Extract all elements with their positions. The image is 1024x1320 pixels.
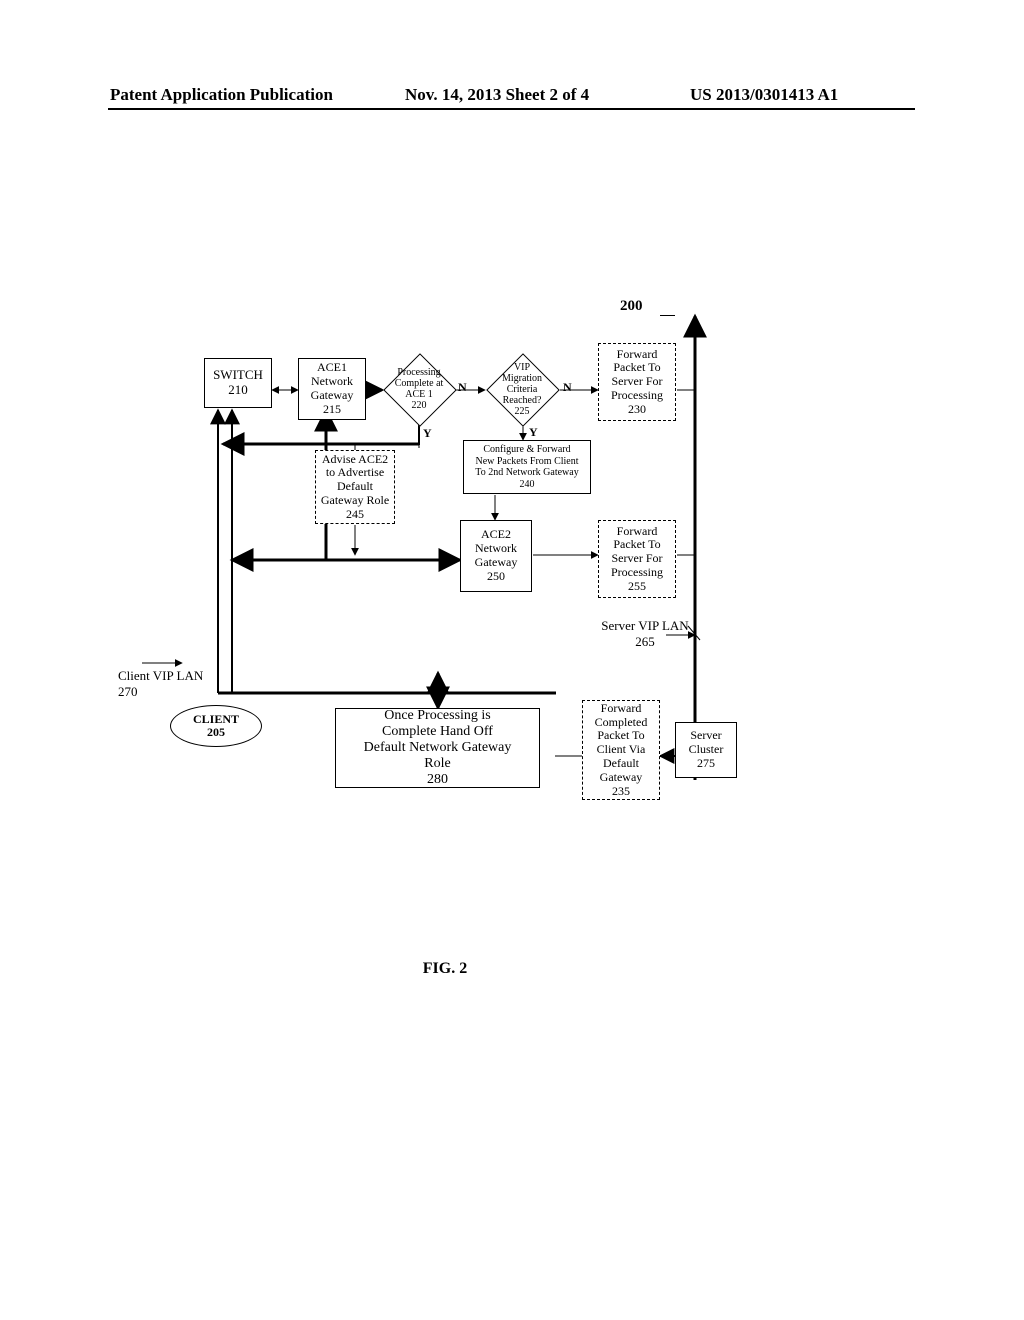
box-235-text: Forward Completed Packet To Client Via D…	[595, 702, 648, 799]
box-ace2-gateway-250: ACE2 Network Gateway 250	[460, 520, 532, 592]
box-275-text: Server Cluster 275	[689, 729, 724, 770]
label-n-225: N	[563, 380, 572, 395]
label-n-220: N	[458, 380, 467, 395]
label-270-text: Client VIP LAN 270	[118, 668, 228, 700]
flow-connectors	[0, 0, 1024, 1320]
figure-ref-200-line	[660, 315, 675, 316]
label-server-vip-lan-265: Server VIP LAN 265	[585, 618, 705, 650]
box-switch-text: SWITCH 210	[213, 368, 263, 398]
diamond-processing-complete-220: Processing Complete at ACE 1 220	[384, 354, 454, 424]
box-255-text: Forward Packet To Server For Processing …	[611, 525, 663, 594]
box-245-text: Advise ACE2 to Advertise Default Gateway…	[321, 453, 389, 522]
figure-label: FIG. 2	[405, 960, 485, 978]
figure-ref-200: 200	[620, 298, 643, 315]
box-configure-forward-240: Configure & Forward New Packets From Cli…	[463, 440, 591, 494]
box-forward-server-255: Forward Packet To Server For Processing …	[598, 520, 676, 598]
page: Patent Application Publication Nov. 14, …	[0, 0, 1024, 1320]
box-advise-ace2-245: Advise ACE2 to Advertise Default Gateway…	[315, 450, 395, 524]
oval-205-text: CLIENT 205	[193, 713, 239, 739]
header-left: Patent Application Publication	[110, 85, 333, 105]
diamond-vip-criteria-225: VIP Migration Criteria Reached? 225	[487, 354, 557, 424]
box-server-cluster-275: Server Cluster 275	[675, 722, 737, 778]
box-switch-210: SWITCH 210	[204, 358, 272, 408]
box-250-text: ACE2 Network Gateway 250	[475, 528, 518, 583]
box-handoff-280: Once Processing is Complete Hand Off Def…	[335, 708, 540, 788]
oval-client-205: CLIENT 205	[170, 705, 262, 747]
label-y-220: Y	[423, 426, 432, 441]
diamond-225-text: VIP Migration Criteria Reached? 225	[487, 354, 557, 424]
label-y-225: Y	[529, 425, 538, 440]
header-rule	[108, 108, 915, 110]
box-ace1-gateway-215: ACE1 Network Gateway 215	[298, 358, 366, 420]
header-right: US 2013/0301413 A1	[690, 85, 838, 105]
label-265-text: Server VIP LAN 265	[585, 618, 705, 650]
box-ace1-text: ACE1 Network Gateway 215	[311, 361, 354, 416]
diamond-220-text: Processing Complete at ACE 1 220	[384, 354, 454, 424]
header-center: Nov. 14, 2013 Sheet 2 of 4	[405, 85, 589, 105]
box-230-text: Forward Packet To Server For Processing …	[611, 348, 663, 417]
box-240-text: Configure & Forward New Packets From Cli…	[475, 444, 578, 490]
box-forward-server-230: Forward Packet To Server For Processing …	[598, 343, 676, 421]
box-280-text: Once Processing is Complete Hand Off Def…	[364, 708, 512, 788]
label-client-vip-lan-270: Client VIP LAN 270	[118, 668, 228, 700]
box-forward-client-235: Forward Completed Packet To Client Via D…	[582, 700, 660, 800]
